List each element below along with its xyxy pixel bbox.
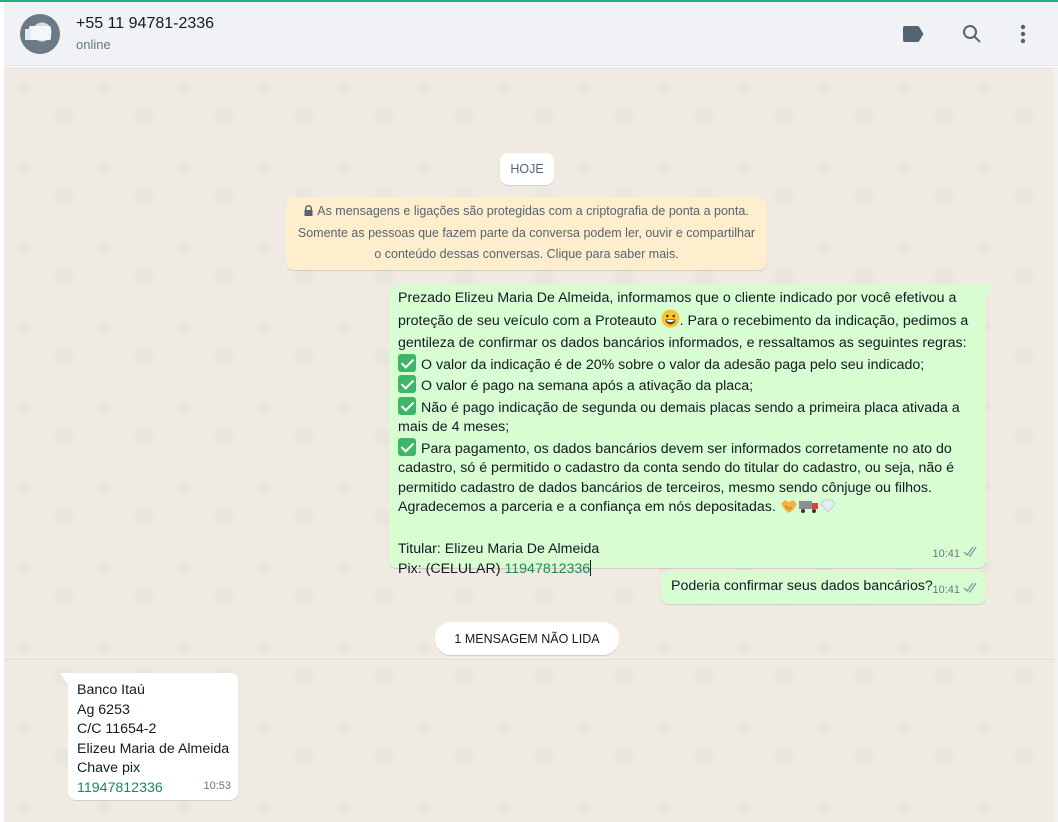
check-mark-icon: [398, 396, 416, 415]
chat-scrollbar[interactable]: [1054, 67, 1058, 822]
unread-messages-badge: 1 MENSAGEM NÃO LIDA: [435, 622, 619, 655]
message-line: Não é pago indicação de segunda ou demai…: [398, 396, 976, 419]
double-check-icon: [963, 545, 979, 565]
message-text: Poderia confirmar seus dados bancários?: [671, 578, 933, 594]
unread-divider-line: [4, 659, 1054, 660]
message-text: O valor da indicação é de 20% sobre o va…: [421, 356, 925, 373]
message-text: . Para o recebimento da indicação, pedim…: [679, 312, 969, 329]
message-text: proteção de seu veículo com a Proteauto: [398, 312, 661, 329]
message-line: Ag 6253: [77, 701, 130, 718]
contact-name[interactable]: +55 11 94781-2336: [76, 15, 214, 33]
check-mark-icon: [398, 375, 416, 393]
truck-icon: [798, 498, 820, 521]
message-text: Agradecemos a parceria e a confiança em …: [398, 499, 780, 515]
message-text: Para pagamento, os dados bancários devem…: [421, 440, 952, 457]
message-line: Para pagamento, os dados bancários devem…: [398, 437, 976, 460]
message-line: Prezado Elizeu Maria De Almeida, informa…: [398, 290, 957, 306]
message-line: proteção de seu veículo com a Proteauto …: [398, 309, 976, 335]
message-line: Agradecemos a parceria e a confiança em …: [398, 498, 976, 521]
message-line: Titular: Elizeu Maria De Almeida: [398, 541, 600, 557]
message-line: Banco Itaú: [77, 682, 145, 698]
message-line: cadastro, só é permitido o cadastro da c…: [398, 460, 955, 476]
diamond-icon: [820, 498, 836, 521]
bubble-tail: [60, 673, 68, 685]
outgoing-message[interactable]: Poderia confirmar seus dados bancários? …: [661, 571, 986, 604]
bubble-tail: [986, 285, 994, 297]
message-line: gentileza de confirmar os dados bancário…: [398, 335, 967, 351]
message-line: O valor da indicação é de 20% sobre o va…: [398, 353, 976, 376]
message-meta: 10:53: [203, 777, 231, 797]
text-caret: [590, 559, 592, 576]
grinning-face-icon: [661, 309, 680, 335]
menu-icon[interactable]: [1011, 22, 1035, 46]
message-text: Pix: (CELULAR): [398, 560, 505, 577]
handshake-icon: [780, 498, 798, 521]
message-line: Elizeu Maria de Almeida: [77, 740, 230, 757]
check-mark-icon: [398, 437, 416, 456]
encryption-line-2: Somente as pessoas que fazem parte da co…: [297, 226, 756, 240]
message-line: O valor é pago na semana após a ativação…: [398, 375, 976, 397]
message-text: Não é pago indicação de segunda ou demai…: [421, 399, 960, 416]
incoming-message[interactable]: Banco Itaú Ag 6253 C/C 11654-2 Elizeu Ma…: [60, 673, 238, 800]
message-line: mais de 4 meses;: [398, 419, 510, 435]
truck-icon: [25, 26, 51, 40]
message-meta: 10:41: [932, 545, 979, 565]
contact-status: online: [76, 37, 111, 52]
search-icon[interactable]: [960, 22, 984, 46]
encryption-line-1: As mensagens e ligações são protegidas c…: [317, 204, 749, 218]
encryption-line-3: o conteúdo dessas conversas. Clique para…: [374, 247, 679, 261]
encryption-notice[interactable]: As mensagens e ligações são protegidas c…: [286, 197, 767, 270]
contact-avatar[interactable]: [20, 14, 60, 54]
chat-header: +55 11 94781-2336 online: [4, 2, 1058, 66]
message-time: 10:53: [203, 779, 231, 792]
label-icon[interactable]: [901, 22, 925, 46]
message-meta: 10:41: [932, 581, 979, 601]
message-line: [398, 521, 976, 541]
chat-panel[interactable]: HOJE As mensagens e ligações são protegi…: [4, 67, 1054, 822]
message-line: permitido cadastro de dados bancários de…: [398, 479, 932, 496]
check-mark-icon: [398, 353, 416, 372]
double-check-icon: [963, 581, 979, 601]
message-text: O valor é pago na semana após a ativação…: [421, 378, 754, 394]
message-line: C/C 11654-2: [77, 721, 157, 737]
lock-icon: [304, 202, 313, 223]
date-divider: HOJE: [500, 153, 554, 185]
outgoing-message[interactable]: Prezado Elizeu Maria De Almeida, informa…: [389, 285, 994, 577]
message-time: 10:41: [932, 547, 960, 560]
phone-link[interactable]: 11947812336: [504, 561, 590, 577]
message-time: 10:41: [932, 583, 960, 596]
